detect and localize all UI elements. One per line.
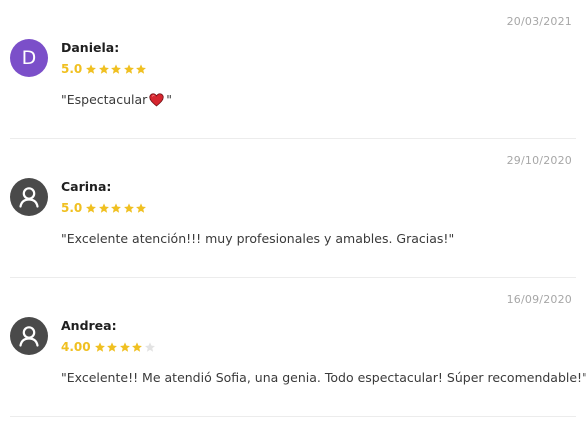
rating: 5.0 — [61, 200, 148, 216]
reviewer-name: Carina: — [61, 179, 112, 194]
red-heart-icon — [149, 92, 164, 107]
review-date: 20/03/2021 — [506, 15, 572, 28]
rating: 4.00 — [61, 339, 156, 355]
review-text-start: "Espectacular — [61, 92, 148, 107]
star-filled-icon — [136, 64, 147, 74]
reviews-list: 20/03/2021 D Daniela: 5.0 "Espectacular … — [0, 0, 586, 428]
star-filled-icon — [98, 203, 109, 213]
star-filled-icon — [123, 203, 134, 213]
star-filled-icon — [107, 342, 118, 352]
review-text: "Espectacular " — [61, 92, 172, 107]
user-icon — [19, 187, 39, 208]
reviewer-name: Andrea: — [61, 318, 117, 333]
review-date: 16/09/2020 — [506, 293, 572, 306]
star-filled-icon — [86, 203, 97, 213]
avatar: D — [10, 39, 48, 77]
review-text: "Excelente!! Me atendió Sofia, una genia… — [61, 370, 586, 385]
star-filled-icon — [98, 64, 109, 74]
review-item: 29/10/2020 Carina: 5.0 "Excelente atenci… — [0, 139, 586, 278]
star-filled-icon — [94, 342, 105, 352]
rating-score: 5.0 — [61, 62, 83, 76]
reviewer-name: Daniela: — [61, 40, 120, 55]
star-filled-icon — [111, 203, 122, 213]
user-icon — [19, 326, 39, 347]
review-item: 20/03/2021 D Daniela: 5.0 "Espectacular … — [0, 0, 586, 139]
avatar-letter: D — [21, 46, 37, 69]
divider — [10, 416, 576, 417]
star-filled-icon — [86, 64, 97, 74]
review-item: 16/09/2020 Andrea: 4.00 "Excelente!! Me … — [0, 278, 586, 417]
avatar — [10, 317, 48, 355]
star-filled-icon — [119, 342, 130, 352]
review-text: "Excelente atención!!! muy profesionales… — [61, 231, 455, 246]
star-rating — [94, 341, 157, 353]
rating-score: 5.0 — [61, 201, 83, 215]
star-filled-icon — [111, 64, 122, 74]
review-text-end: " — [166, 92, 173, 107]
star-filled-icon — [123, 64, 134, 74]
star-rating — [85, 202, 148, 214]
star-empty-icon — [144, 342, 155, 352]
rating-score: 4.00 — [61, 340, 91, 354]
star-filled-icon — [132, 342, 143, 352]
star-rating — [85, 63, 148, 75]
avatar — [10, 178, 48, 216]
rating: 5.0 — [61, 61, 148, 77]
review-date: 29/10/2020 — [506, 154, 572, 167]
star-filled-icon — [136, 203, 147, 213]
